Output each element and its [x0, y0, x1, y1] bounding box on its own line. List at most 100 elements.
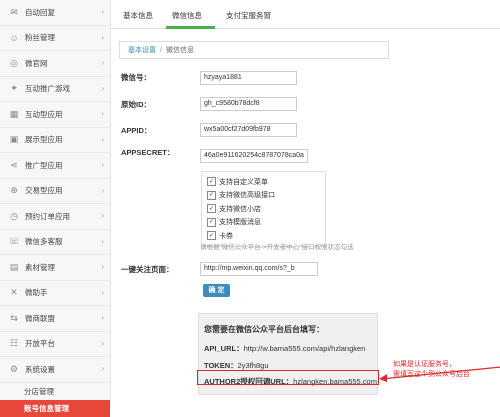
sidebar-item-label: 微信多客服 — [25, 237, 63, 247]
sidebar-item-share[interactable]: ⋖ 推广型应用 › — [0, 153, 110, 179]
tab-basic-info[interactable]: 基本信息 — [123, 10, 153, 21]
annotation-line-2: 需填写这个到公众号后台 — [393, 371, 470, 378]
sidebar-item-chat[interactable]: ☏ 微信多客服 › — [0, 230, 110, 255]
sidebar-item-grid[interactable]: ▦ 互动型应用 › — [0, 102, 110, 128]
chevron-right-icon: › — [101, 287, 104, 297]
chevron-right-icon: › — [101, 211, 104, 220]
capabilities-checklist: ✓ 支持自定义菜单 ✓ 支持微信高级接口 ✓ 支持微信小店 ✓ 支持模版消息 ✓ 卡券 — [201, 171, 326, 247]
capability-wechat-shop[interactable]: ✓ 支持微信小店 — [202, 202, 325, 216]
chevron-right-icon: › — [101, 364, 104, 373]
breadcrumb-link-basic-settings[interactable]: 基本设置 — [128, 45, 156, 55]
appid-field[interactable]: wx5a00cf27d09fb978 — [200, 123, 297, 137]
appid-label: APPID： — [121, 126, 152, 135]
sidebar-item-folder[interactable]: ▤ 素材管理 › — [0, 255, 110, 281]
gear-icon: ⚙ — [9, 363, 19, 374]
sidebar-item-label: 自动回复 — [25, 7, 55, 17]
chevron-right-icon: › — [101, 313, 104, 322]
sidebar-item-label: 推广型应用 — [25, 160, 63, 170]
api-url-key: API_URL： — [204, 344, 244, 353]
api-url-row: API_URL：http://w.bama555.com/api/hzlangk… — [204, 343, 365, 354]
sidebar-item-globe[interactable]: ◎ 微官网 › — [0, 51, 110, 77]
chevron-right-icon: › — [101, 7, 104, 16]
follow-page-field[interactable]: http://mp.weixin.qq.com/s?_b — [200, 262, 318, 276]
chevron-right-icon: › — [101, 160, 104, 169]
active-tab-indicator — [166, 26, 215, 29]
sidebar-item-message[interactable]: ✉ 自动回复 › — [0, 0, 110, 26]
breadcrumb-current: 微信信息 — [165, 47, 194, 54]
follow-page-label: 一键关注页面： — [121, 265, 174, 274]
original-id-label: 原始ID： — [121, 100, 151, 109]
capability-custom-menu[interactable]: ✓ 支持自定义菜单 — [202, 175, 325, 189]
wechat-id-label: 微信号： — [121, 73, 151, 82]
chevron-right-icon: › — [101, 109, 104, 118]
sidebar-item-label: 系统设置 — [25, 364, 55, 374]
sidebar-item-link[interactable]: ⇆ 微商联盟 › — [0, 306, 110, 332]
annotation-note: 如果是认证服务号， 需填写这个到公众号后台 — [393, 360, 498, 380]
sidebar-item-open[interactable]: ☷ 开放平台 › — [0, 332, 110, 357]
folder-icon: ▤ — [9, 261, 19, 272]
original-id-field[interactable]: gh_c9580b78dcf8 — [200, 97, 297, 111]
info-title: 您需要在微信公众平台后台填写： — [204, 325, 324, 334]
confirm-button[interactable]: 确 定 — [203, 284, 230, 297]
tab-bar: 基本信息 微信信息 支付宝服务窗 — [111, 0, 500, 29]
highlight-box — [197, 370, 379, 385]
cart-icon: ⊕ — [10, 185, 18, 196]
token-key: TOKEN： — [204, 361, 238, 370]
chevron-right-icon: › — [101, 262, 104, 271]
sidebar-item-label: 展示型应用 — [25, 135, 63, 145]
sidebar-item-display[interactable]: ▣ 展示型应用 › — [0, 128, 110, 153]
globe-icon: ◎ — [10, 57, 18, 68]
checkbox-icon[interactable]: ✓ — [207, 177, 216, 187]
wechat-id-field[interactable]: hzyaya1881 — [200, 71, 297, 85]
capability-advanced-api[interactable]: ✓ 支持微信高级接口 — [202, 189, 325, 203]
sidebar-item-gamepad[interactable]: ✦ 互动推广游戏 › — [0, 77, 110, 102]
sidebar-sub-account-info[interactable]: 账号信息管理 — [0, 399, 110, 417]
checkbox-icon[interactable]: ✓ — [207, 231, 216, 241]
chevron-right-icon: › — [101, 83, 104, 93]
capability-label: 支持微信小店 — [219, 205, 261, 213]
sidebar-item-label: 微商联盟 — [25, 313, 55, 323]
chevron-right-icon: › — [101, 338, 104, 348]
capability-label: 支持自定义菜单 — [219, 178, 268, 186]
sidebar-item-label: 粉丝管理 — [25, 33, 55, 43]
sidebar-item-users[interactable]: ☺ 粉丝管理 › — [0, 26, 110, 51]
appsecret-field[interactable]: 46a0e911620254c8787078ca0a — [200, 149, 308, 163]
breadcrumb: 基本设置 / 微信信息 — [119, 41, 389, 59]
chat-icon: ☏ — [8, 236, 20, 247]
main-panel: 基本信息 微信信息 支付宝服务窗 基本设置 / 微信信息 微信号： hzyaya… — [111, 0, 500, 407]
checkbox-icon[interactable]: ✓ — [207, 190, 216, 200]
tools-icon: ✕ — [10, 287, 18, 298]
sidebar-item-label: 交易型应用 — [25, 186, 63, 196]
checkbox-icon[interactable]: ✓ — [207, 217, 216, 227]
display-icon: ▣ — [9, 134, 19, 145]
sidebar-item-cart[interactable]: ⊕ 交易型应用 › — [0, 179, 110, 204]
sidebar-item-label: 预约订单应用 — [25, 211, 70, 221]
grid-icon: ▦ — [9, 108, 19, 119]
chevron-right-icon: › — [101, 134, 104, 144]
capability-label: 支持模版消息 — [219, 219, 261, 227]
link-icon: ⇆ — [10, 312, 18, 323]
capability-label: 支持微信高级接口 — [219, 192, 275, 200]
sidebar: ✉ 自动回复 › ☺ 粉丝管理 › ◎ 微官网 › ✦ 互动推广游戏 › ▦ 互动型应用 › ▣ 展示型应用 › ⋖… — [0, 0, 111, 417]
clock-icon: ◷ — [10, 210, 18, 221]
tab-alipay-window[interactable]: 支付宝服务窗 — [226, 10, 271, 21]
sidebar-sub-branch-management[interactable]: 分店管理 — [0, 383, 110, 400]
chevron-right-icon: › — [101, 185, 104, 195]
checkbox-icon[interactable]: ✓ — [207, 204, 216, 214]
tab-wechat-info[interactable]: 微信信息 — [172, 10, 202, 21]
appsecret-label: APPSECRET： — [121, 148, 175, 157]
chevron-right-icon: › — [101, 32, 104, 42]
chevron-right-icon: › — [101, 236, 104, 246]
breadcrumb-separator: / — [160, 46, 162, 54]
sidebar-item-label: 素材管理 — [25, 262, 55, 272]
sidebar-item-clock[interactable]: ◷ 预约订单应用 › — [0, 204, 110, 230]
users-icon: ☺ — [9, 32, 19, 43]
gamepad-icon: ✦ — [10, 83, 18, 94]
capability-template-msg[interactable]: ✓ 支持模版消息 — [202, 216, 325, 230]
sidebar-item-label: 微官网 — [25, 58, 48, 68]
message-icon: ✉ — [10, 6, 18, 17]
sidebar-item-label: 互动型应用 — [25, 109, 63, 119]
sidebar-item-tools[interactable]: ✕ 微助手 › — [0, 281, 110, 306]
sidebar-item-gear[interactable]: ⚙ 系统设置 › — [0, 357, 110, 383]
sidebar-item-label: 微助手 — [25, 288, 48, 298]
